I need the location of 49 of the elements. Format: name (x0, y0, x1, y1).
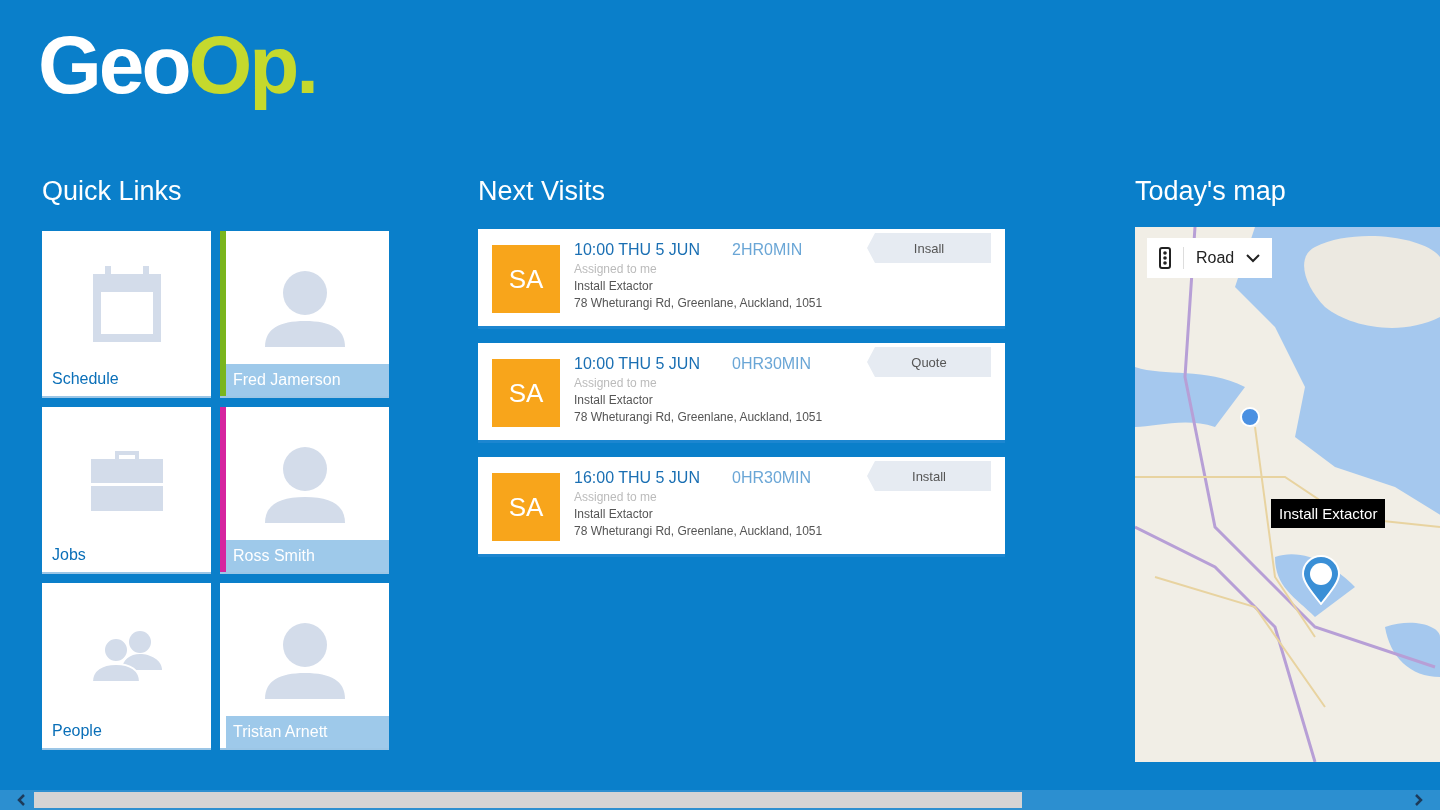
section-title: Next Visits (478, 176, 607, 207)
briefcase-icon (90, 448, 163, 511)
quick-link-tile[interactable]: People (42, 583, 211, 750)
calendar-icon (90, 265, 163, 342)
chevron-down-icon (1246, 253, 1261, 263)
job-title: Install Extactor (574, 393, 654, 407)
visit-time: 16:00 THU 5 JUN (574, 469, 700, 487)
map-tooltip: Install Extactor (1271, 499, 1386, 528)
visit-duration: 0HR30MIN (732, 469, 812, 487)
avatar-icon (264, 447, 345, 523)
job-title: Install Extactor (574, 279, 654, 293)
scroll-left-icon[interactable] (16, 794, 26, 806)
job-address: 78 Wheturangi Rd, Greenlane, Auckland, 1051 (574, 296, 824, 310)
visit-duration: 2HR0MIN (732, 241, 803, 259)
tile-label: People (52, 722, 102, 740)
visit-duration: 0HR30MIN (732, 355, 812, 373)
scroll-right-icon[interactable] (1414, 794, 1424, 806)
assigned-text: Assigned to me (574, 490, 658, 504)
initials-badge: SA (492, 359, 560, 427)
job-type-tag: Insall (867, 233, 991, 263)
visit-card[interactable]: SA 16:00 THU 5 JUN 0HR30MIN Assigned to me Install Extactor 78 Wheturangi Rd, Greenlane, Auckland, 1051 Install (478, 457, 1005, 557)
initials-badge: SA (492, 473, 560, 541)
initials-badge: SA (492, 245, 560, 313)
map-pin-icon[interactable] (1301, 555, 1341, 605)
job-title: Install Extactor (574, 507, 654, 521)
person-name: Tristan Arnett (226, 716, 389, 748)
quick-link-tile[interactable]: Schedule (42, 231, 211, 398)
scrollbar-thumb[interactable] (34, 792, 1022, 808)
visit-card[interactable]: SA 10:00 THU 5 JUN 0HR30MIN Assigned to me Install Extactor 78 Wheturangi Rd, Greenlane, Auckland, 1051 Quote (478, 343, 1005, 443)
job-type-tag: Install (867, 461, 991, 491)
quick-link-tile[interactable]: Jobs (42, 407, 211, 574)
visit-time: 10:00 THU 5 JUN (574, 241, 700, 259)
job-address: 78 Wheturangi Rd, Greenlane, Auckland, 1051 (574, 410, 824, 424)
job-address: 78 Wheturangi Rd, Greenlane, Auckland, 1051 (574, 524, 824, 538)
traffic-light-icon (1159, 247, 1184, 269)
map-style-dropdown[interactable]: Road (1147, 238, 1273, 278)
section-title: Quick Links (42, 176, 183, 207)
assigned-text: Assigned to me (574, 262, 658, 276)
tile-label: Schedule (52, 370, 119, 388)
job-type-tag: Quote (867, 347, 991, 377)
person-name: Ross Smith (226, 540, 389, 572)
tile-label: Jobs (52, 546, 86, 564)
visit-time: 10:00 THU 5 JUN (574, 355, 700, 373)
person-name: Fred Jamerson (226, 364, 389, 396)
avatar-icon (264, 623, 345, 699)
section-title: Today's map (1135, 176, 1287, 207)
visit-card[interactable]: SA 10:00 THU 5 JUN 2HR0MIN Assigned to me Install Extactor 78 Wheturangi Rd, Greenlane, Auckland, 1051 Insall (478, 229, 1005, 329)
avatar-icon (264, 271, 345, 347)
assigned-text: Assigned to me (574, 376, 658, 390)
